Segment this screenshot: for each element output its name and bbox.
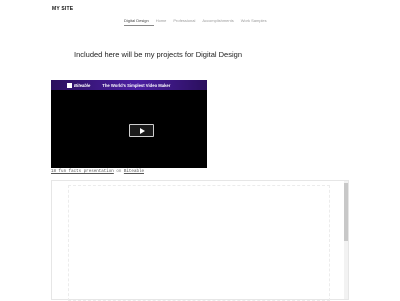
video-brand: Biteable [74,82,91,88]
nav-item-home[interactable]: Home [156,18,167,23]
video-title-bar: Biteable The World's Simplest Video Make… [51,80,207,90]
nav-item-accomplishments[interactable]: Accomplishments [202,18,233,23]
embed-scrollbar[interactable] [344,181,348,299]
embedded-document-page [68,185,330,301]
presentation-link[interactable]: 18 fun facts presentation [51,170,114,174]
page-heading: Included here will be my projects for Di… [74,50,242,60]
video-title[interactable]: The World's Simplest Video Maker [102,83,170,88]
nav-item-digital-design[interactable]: Digital Design [124,18,149,23]
play-icon [140,128,145,134]
top-nav: Digital Design Home Professional Accompl… [124,18,267,23]
site-title[interactable]: MY SITE [52,6,73,12]
active-nav-underline [124,25,154,26]
nav-item-work-samples[interactable]: Work Samples [241,18,267,23]
play-button[interactable] [129,124,154,137]
biteable-link[interactable]: Biteable [124,170,144,174]
biteable-logo-icon [67,82,72,88]
caption-on-text: on [116,170,122,174]
embedded-document-frame[interactable] [51,180,349,301]
embed-scrollbar-thumb[interactable] [344,183,348,241]
nav-item-professional[interactable]: Professional [173,18,195,23]
video-embed[interactable]: Biteable The World's Simplest Video Make… [51,80,207,168]
video-caption: 18 fun facts presentation on Biteable [51,170,144,174]
